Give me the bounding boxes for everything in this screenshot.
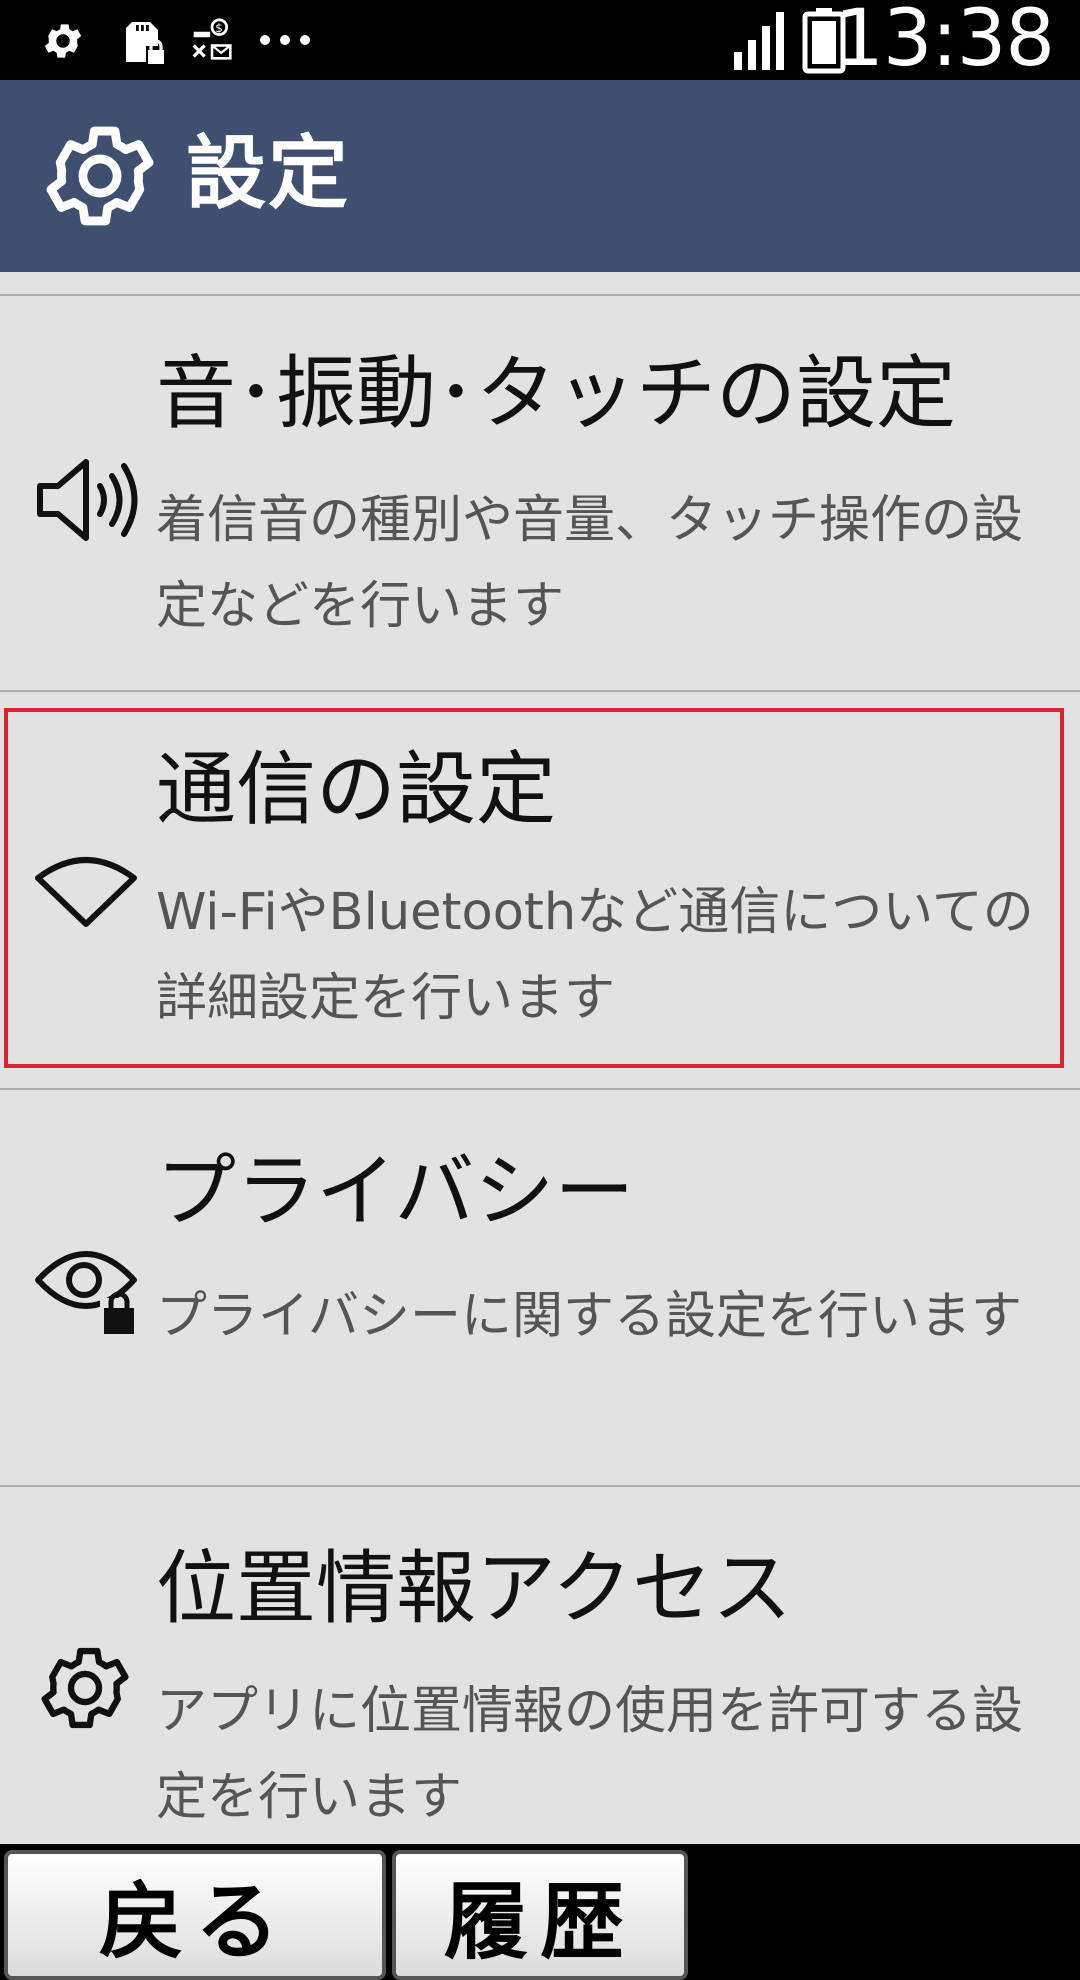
status-bar: $ 13:38: [0, 0, 1080, 84]
settings-icon: [44, 24, 82, 58]
speaker-icon: [37, 459, 138, 541]
eye-lock-icon: [35, 1251, 138, 1336]
sd-card-lock-icon: [126, 22, 164, 64]
item-title: プライバシー: [156, 1145, 635, 1238]
list-item-location-access[interactable]: 位置情報アクセス アプリに位置情報の使用を許可する設定を行います: [0, 1487, 1080, 1844]
key-dollar-mail-icon: $: [192, 18, 232, 60]
gear-icon: [46, 126, 154, 226]
item-title: 音･振動･タッチの設定: [156, 347, 956, 440]
list-item-sound-settings[interactable]: 音･振動･タッチの設定 着信音の種別や音量、タッチ操作の設定などを行います: [0, 296, 1080, 690]
app-bar: 設定: [0, 80, 1080, 272]
page-title: 設定: [186, 127, 350, 220]
bottom-bar: 戻る 履歴: [0, 1844, 1080, 1980]
clock: 13:38: [834, 0, 1055, 84]
item-description: 着信音の種別や音量、タッチ操作の設定などを行います: [156, 491, 1024, 636]
item-title: 位置情報アクセス: [156, 1542, 792, 1635]
back-button[interactable]: 戻る: [4, 1850, 386, 1980]
history-button[interactable]: 履歴: [392, 1850, 688, 1980]
list-item-privacy[interactable]: プライバシー プライバシーに関する設定を行います: [0, 1090, 1080, 1485]
gear-icon: [41, 1647, 129, 1729]
svg-text:$: $: [215, 21, 223, 35]
signal-icon: [734, 12, 784, 70]
more-icon: [260, 35, 310, 45]
selection-highlight: [4, 708, 1064, 1068]
item-description: アプリに位置情報の使用を許可する設定を行います: [156, 1682, 1024, 1827]
item-description: プライバシーに関する設定を行います: [156, 1287, 1022, 1346]
